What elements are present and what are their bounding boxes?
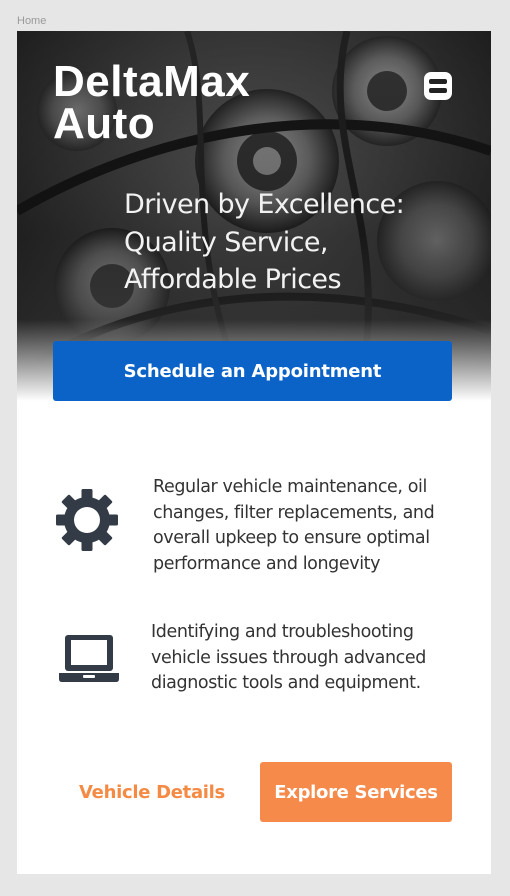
vehicle-details-button[interactable]: Vehicle Details [77, 762, 227, 822]
service-text-line: Identifying and troubleshooting [151, 622, 414, 642]
hero-tagline: Driven by Excellence: Quality Service, A… [124, 186, 464, 299]
schedule-appointment-button[interactable]: Schedule an Appointment [53, 341, 452, 401]
service-text-line: vehicle issues through advanced [151, 647, 426, 668]
frame-label: Home [17, 15, 47, 27]
service-text-line: Regular vehicle maintenance, oil [153, 477, 427, 497]
menu-icon-bar [429, 88, 447, 93]
brand-logo[interactable]: DeltaMax Auto [53, 57, 251, 148]
brand-name-line2: Auto [53, 99, 156, 148]
home-screen: DeltaMax Auto Driven by Excellence: Qual… [17, 31, 491, 874]
tagline-line: Affordable Prices [124, 264, 342, 295]
service-description: Regular vehicle maintenance, oil changes… [153, 475, 473, 577]
tagline-line: Quality Service, [124, 226, 328, 258]
explore-services-button[interactable]: Explore Services [260, 762, 452, 822]
brand-name-line1: DeltaMax [53, 57, 251, 106]
tagline-line: Driven by Excellence: [124, 189, 405, 220]
service-text-line: diagnostic tools and equipment. [151, 673, 421, 693]
gear-icon [56, 489, 118, 551]
service-text-line: changes, filter replacements, and [153, 502, 435, 523]
service-text-line: performance and longevity [153, 553, 381, 574]
service-text-line: overall upkeep to ensure optimal [153, 528, 430, 548]
laptop-icon [59, 635, 119, 682]
service-item-maintenance: Regular vehicle maintenance, oil changes… [17, 471, 491, 581]
menu-icon [429, 79, 447, 84]
service-description: Identifying and troubleshooting vehicle … [151, 620, 471, 697]
menu-button[interactable] [424, 72, 452, 100]
service-item-diagnostics: Identifying and troubleshooting vehicle … [17, 616, 491, 706]
